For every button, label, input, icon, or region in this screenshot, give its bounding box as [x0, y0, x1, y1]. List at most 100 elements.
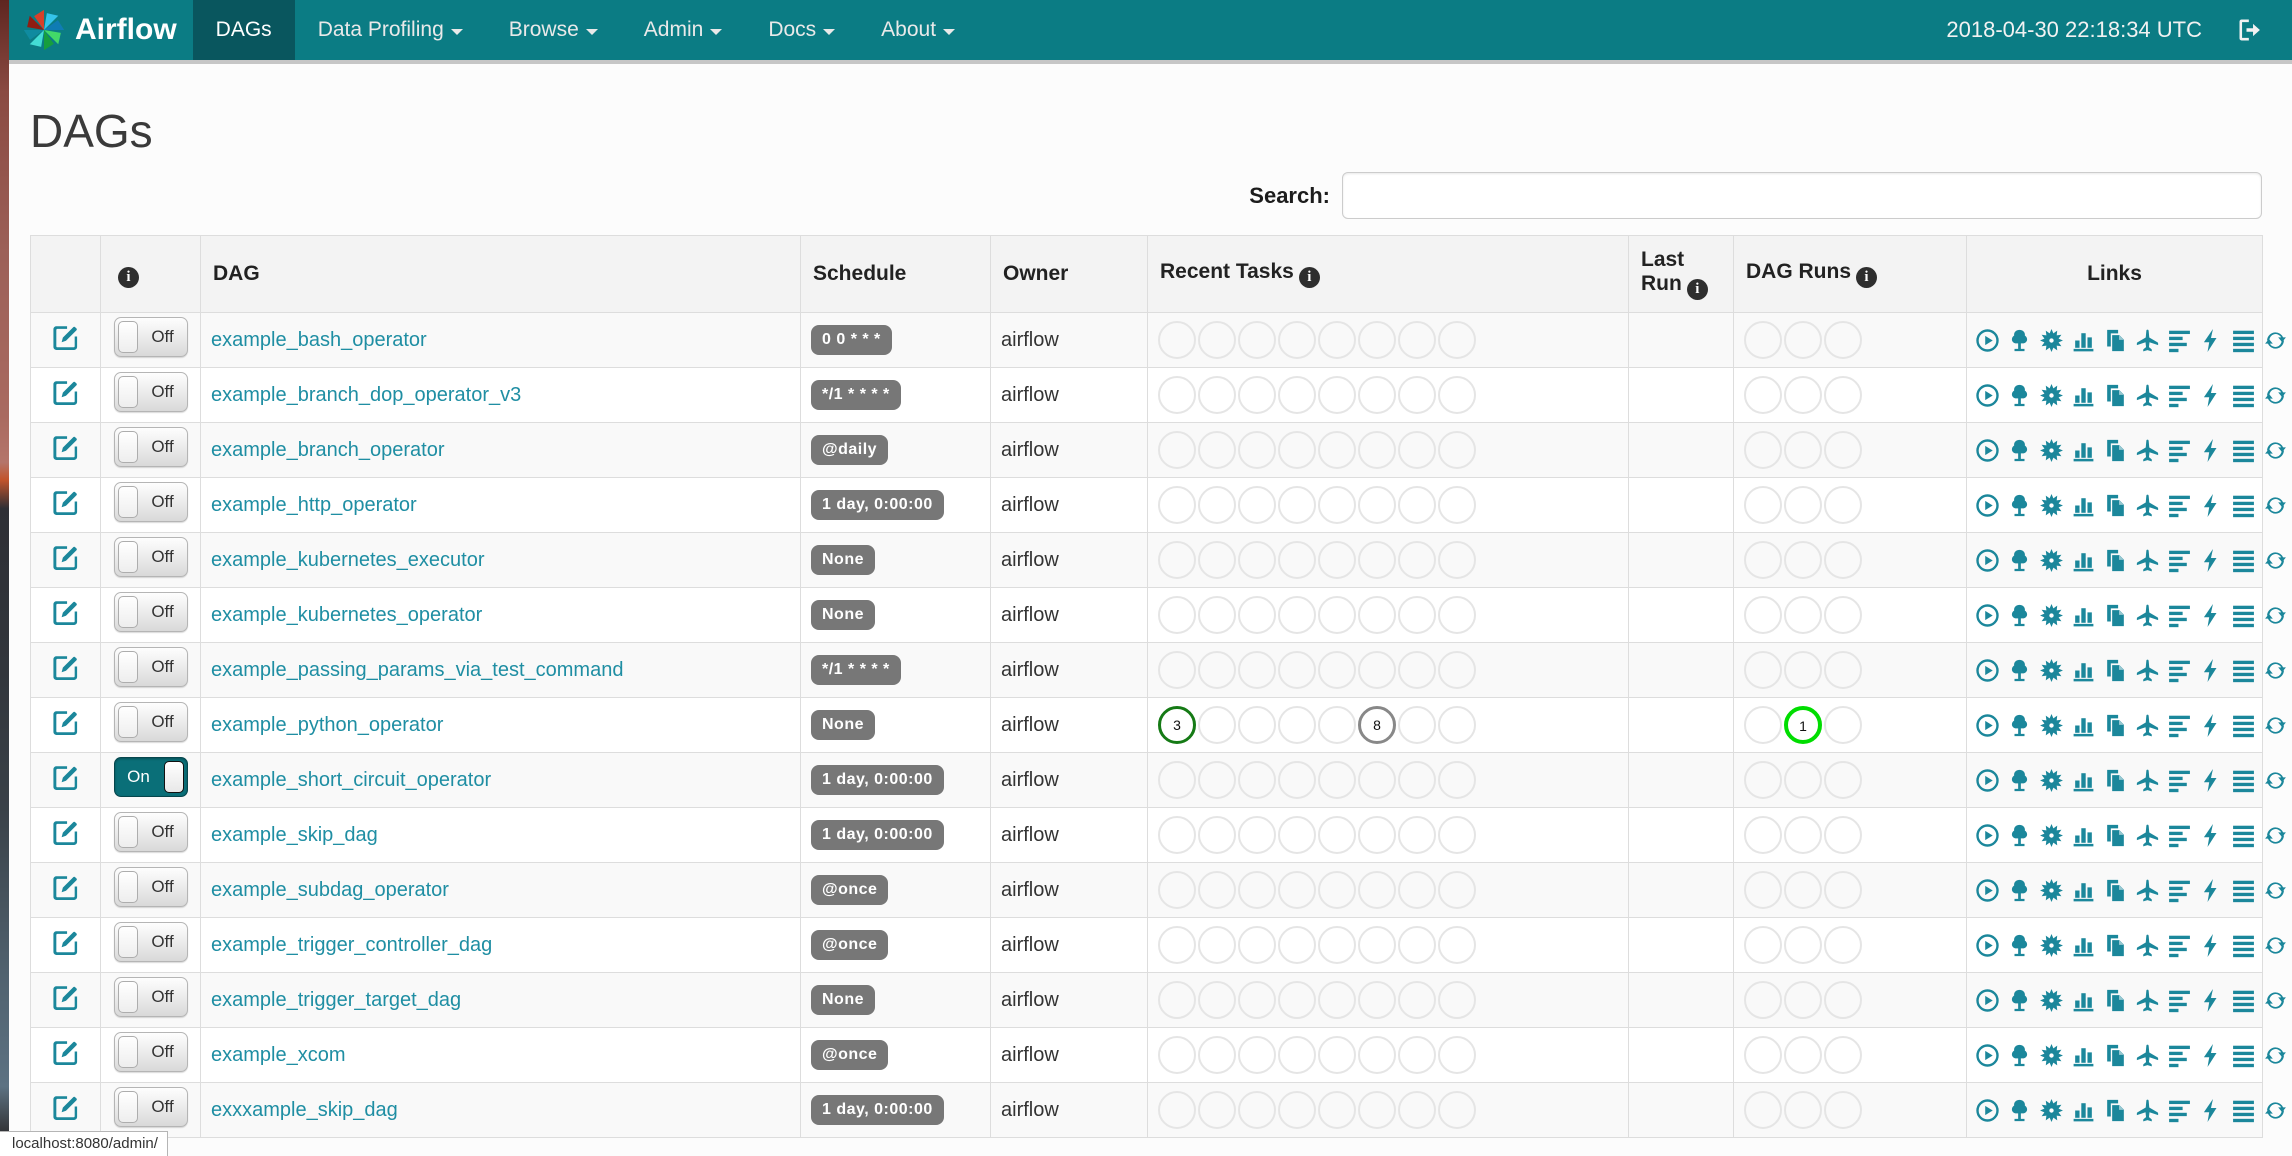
dag-run-state-circle[interactable] [1824, 541, 1862, 579]
task-tries-icon[interactable] [2103, 658, 2128, 683]
recent-task-state-circle[interactable] [1398, 926, 1436, 964]
edit-dag-icon[interactable] [51, 873, 80, 902]
recent-task-state-circle[interactable] [1318, 816, 1356, 854]
recent-task-state-circle[interactable] [1158, 1091, 1196, 1129]
pause-toggle[interactable]: Off [113, 372, 188, 412]
tasks-duration-icon[interactable] [2071, 768, 2096, 793]
schedule-badge[interactable]: 1 day, 0:00:00 [811, 1095, 944, 1125]
graph-view-icon[interactable] [2039, 493, 2064, 518]
recent-task-state-circle[interactable] [1398, 706, 1436, 744]
nav-item-dags[interactable]: DAGs [192, 0, 295, 60]
graph-view-icon[interactable] [2039, 933, 2064, 958]
graph-view-icon[interactable] [2039, 878, 2064, 903]
recent-task-state-circle[interactable] [1318, 926, 1356, 964]
recent-task-state-circle[interactable] [1238, 816, 1276, 854]
graph-view-icon[interactable] [2039, 823, 2064, 848]
refresh-icon[interactable] [2263, 823, 2288, 848]
recent-task-state-circle[interactable]: 3 [1158, 706, 1196, 744]
recent-task-state-circle[interactable] [1398, 816, 1436, 854]
dag-run-state-circle[interactable] [1744, 981, 1782, 1019]
dag-link[interactable]: example_trigger_controller_dag [211, 934, 492, 956]
task-tries-icon[interactable] [2103, 988, 2128, 1013]
graph-view-icon[interactable] [2039, 658, 2064, 683]
recent-task-state-circle[interactable] [1158, 541, 1196, 579]
recent-task-state-circle[interactable] [1318, 596, 1356, 634]
recent-task-state-circle[interactable] [1358, 1036, 1396, 1074]
dag-run-state-circle[interactable] [1744, 321, 1782, 359]
recent-task-state-circle[interactable] [1198, 541, 1236, 579]
dag-run-state-circle[interactable] [1824, 816, 1862, 854]
recent-task-state-circle[interactable] [1358, 596, 1396, 634]
dag-run-state-circle[interactable] [1824, 486, 1862, 524]
recent-task-state-circle[interactable] [1198, 486, 1236, 524]
tree-view-icon[interactable] [2007, 548, 2032, 573]
nav-item-about[interactable]: About [858, 0, 978, 60]
code-view-icon[interactable] [2199, 713, 2224, 738]
refresh-icon[interactable] [2263, 768, 2288, 793]
dag-link[interactable]: example_subdag_operator [211, 879, 449, 901]
recent-task-state-circle[interactable] [1238, 486, 1276, 524]
logs-icon[interactable] [2231, 768, 2256, 793]
recent-task-state-circle[interactable] [1398, 761, 1436, 799]
task-tries-icon[interactable] [2103, 603, 2128, 628]
recent-task-state-circle[interactable] [1238, 596, 1276, 634]
refresh-icon[interactable] [2263, 438, 2288, 463]
graph-view-icon[interactable] [2039, 328, 2064, 353]
recent-task-state-circle[interactable] [1278, 1036, 1316, 1074]
recent-task-state-circle[interactable] [1358, 321, 1396, 359]
schedule-badge[interactable]: */1 * * * * [811, 655, 901, 685]
recent-task-state-circle[interactable] [1198, 431, 1236, 469]
recent-task-state-circle[interactable]: 8 [1358, 706, 1396, 744]
nav-item-admin[interactable]: Admin [621, 0, 746, 60]
task-tries-icon[interactable] [2103, 823, 2128, 848]
recent-task-state-circle[interactable] [1318, 541, 1356, 579]
recent-task-state-circle[interactable] [1358, 816, 1396, 854]
task-tries-icon[interactable] [2103, 1098, 2128, 1123]
recent-task-state-circle[interactable] [1278, 926, 1316, 964]
landing-times-icon[interactable] [2135, 933, 2160, 958]
gantt-icon[interactable] [2167, 548, 2192, 573]
gantt-icon[interactable] [2167, 713, 2192, 738]
tree-view-icon[interactable] [2007, 1098, 2032, 1123]
logs-icon[interactable] [2231, 1043, 2256, 1068]
recent-task-state-circle[interactable] [1438, 541, 1476, 579]
tasks-duration-icon[interactable] [2071, 823, 2096, 848]
gantt-icon[interactable] [2167, 768, 2192, 793]
logs-icon[interactable] [2231, 603, 2256, 628]
dag-run-state-circle[interactable] [1824, 981, 1862, 1019]
tasks-duration-icon[interactable] [2071, 658, 2096, 683]
refresh-icon[interactable] [2263, 658, 2288, 683]
gantt-icon[interactable] [2167, 878, 2192, 903]
dag-run-state-circle[interactable] [1784, 651, 1822, 689]
pause-toggle[interactable]: Off [113, 537, 188, 577]
trigger-dag-icon[interactable] [1975, 933, 2000, 958]
tree-view-icon[interactable] [2007, 328, 2032, 353]
recent-task-state-circle[interactable] [1238, 1091, 1276, 1129]
recent-task-state-circle[interactable] [1358, 486, 1396, 524]
recent-task-state-circle[interactable] [1278, 596, 1316, 634]
code-view-icon[interactable] [2199, 328, 2224, 353]
edit-dag-icon[interactable] [51, 598, 80, 627]
recent-task-state-circle[interactable] [1158, 376, 1196, 414]
gantt-icon[interactable] [2167, 328, 2192, 353]
refresh-icon[interactable] [2263, 713, 2288, 738]
task-tries-icon[interactable] [2103, 878, 2128, 903]
dag-run-state-circle[interactable] [1824, 431, 1862, 469]
trigger-dag-icon[interactable] [1975, 1098, 2000, 1123]
recent-task-state-circle[interactable] [1438, 376, 1476, 414]
landing-times-icon[interactable] [2135, 988, 2160, 1013]
recent-task-state-circle[interactable] [1238, 376, 1276, 414]
recent-task-state-circle[interactable] [1318, 706, 1356, 744]
refresh-icon[interactable] [2263, 383, 2288, 408]
graph-view-icon[interactable] [2039, 383, 2064, 408]
recent-task-state-circle[interactable] [1398, 1036, 1436, 1074]
graph-view-icon[interactable] [2039, 438, 2064, 463]
dag-link[interactable]: example_kubernetes_executor [211, 549, 485, 571]
recent-task-state-circle[interactable] [1398, 486, 1436, 524]
graph-view-icon[interactable] [2039, 713, 2064, 738]
task-tries-icon[interactable] [2103, 713, 2128, 738]
dag-link[interactable]: example_trigger_target_dag [211, 989, 461, 1011]
logs-icon[interactable] [2231, 988, 2256, 1013]
landing-times-icon[interactable] [2135, 438, 2160, 463]
edit-dag-icon[interactable] [51, 488, 80, 517]
